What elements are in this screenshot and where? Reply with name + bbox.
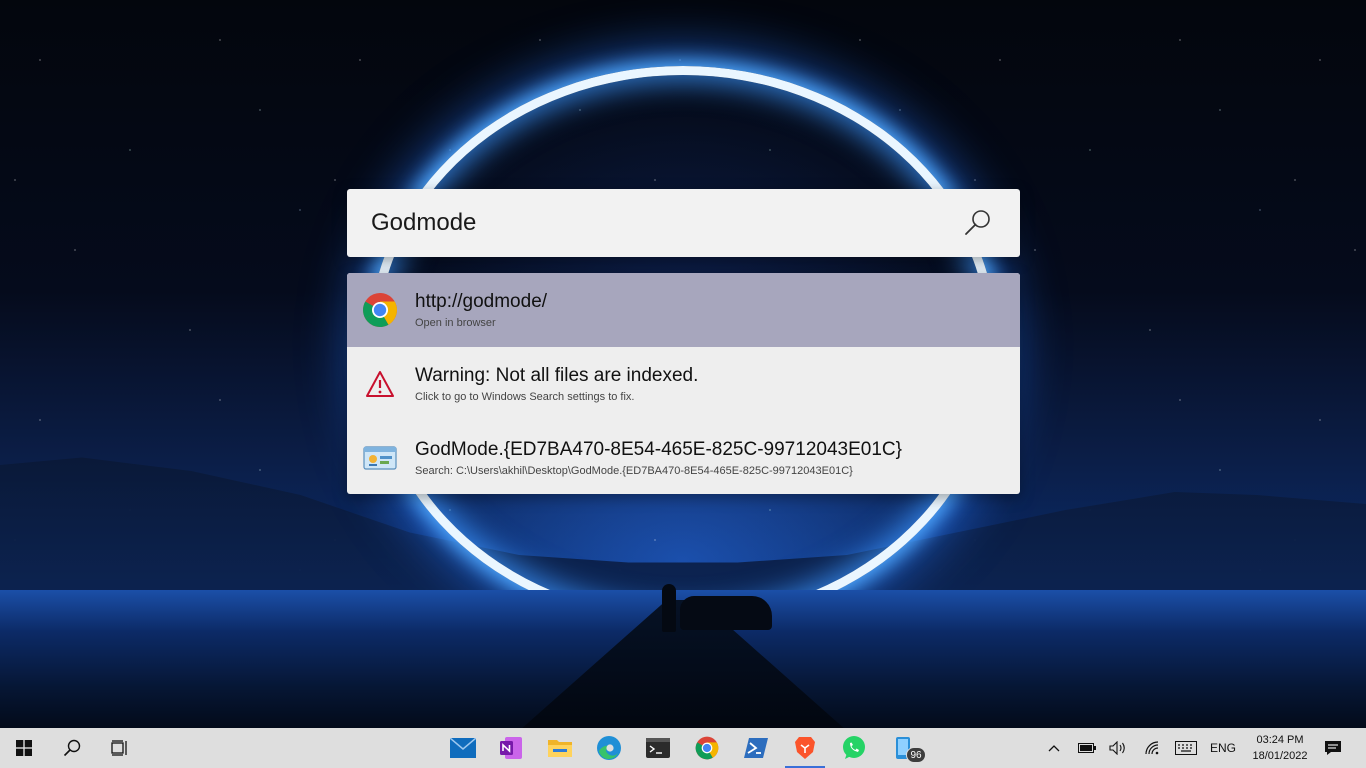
launcher-search-input[interactable] bbox=[347, 189, 956, 257]
taskbar-powershell-button[interactable] bbox=[732, 728, 780, 768]
notification-count-badge: 96 bbox=[906, 747, 926, 763]
network-button[interactable] bbox=[1140, 728, 1166, 768]
volume-button[interactable] bbox=[1104, 728, 1132, 768]
chrome-icon bbox=[695, 736, 719, 760]
result-item-indexing-warning[interactable]: Warning: Not all files are indexed. Clic… bbox=[347, 347, 1020, 421]
windows-start-icon bbox=[16, 740, 32, 756]
taskbar-brave-button[interactable] bbox=[781, 728, 829, 768]
taskbar-onenote-button[interactable] bbox=[487, 728, 535, 768]
action-center-button[interactable] bbox=[1320, 728, 1346, 768]
battery-button[interactable] bbox=[1074, 728, 1100, 768]
chevron-up-icon bbox=[1048, 745, 1060, 752]
powershell-icon bbox=[744, 738, 768, 758]
touch-keyboard-button[interactable] bbox=[1172, 728, 1200, 768]
brave-icon bbox=[795, 737, 815, 759]
warning-icon bbox=[361, 365, 399, 403]
launcher-results-list: http://godmode/ Open in browser Warning:… bbox=[347, 273, 1020, 494]
taskbar-search-button[interactable] bbox=[48, 728, 96, 768]
taskbar-edge-button[interactable] bbox=[585, 728, 633, 768]
taskbar-whatsapp-button[interactable] bbox=[830, 728, 878, 768]
task-view-button[interactable] bbox=[96, 728, 144, 768]
result-subtitle: Search: C:\Users\akhil\Desktop\GodMode.{… bbox=[415, 465, 853, 477]
result-title: Warning: Not all files are indexed. bbox=[415, 365, 699, 386]
keyboard-icon bbox=[1175, 741, 1197, 755]
battery-icon bbox=[1078, 743, 1096, 753]
clock-time: 03:24 PM bbox=[1256, 734, 1304, 746]
input-language-button[interactable]: ENG bbox=[1206, 728, 1240, 768]
result-item-open-url[interactable]: http://godmode/ Open in browser bbox=[347, 273, 1020, 347]
result-title: http://godmode/ bbox=[415, 291, 548, 312]
result-item-godmode-folder[interactable]: GodMode.{ED7BA470-8E54-465E-825C-9971204… bbox=[347, 421, 1020, 494]
taskbar-terminal-button[interactable] bbox=[634, 728, 682, 768]
result-subtitle: Click to go to Windows Search settings t… bbox=[415, 391, 635, 403]
taskbar-mail-button[interactable] bbox=[439, 728, 487, 768]
start-button[interactable] bbox=[0, 728, 48, 768]
launcher-search-box bbox=[347, 189, 1020, 257]
whatsapp-icon bbox=[843, 736, 865, 759]
onenote-icon bbox=[500, 737, 522, 759]
edge-icon bbox=[597, 736, 621, 760]
search-icon bbox=[63, 739, 81, 757]
volume-icon bbox=[1109, 741, 1125, 755]
mail-icon bbox=[450, 738, 476, 758]
wallpaper-person-silhouette bbox=[662, 584, 676, 632]
clock-date: 18/01/2022 bbox=[1252, 750, 1308, 762]
show-hidden-icons-button[interactable] bbox=[1042, 728, 1066, 768]
taskbar: 96 ENG 03:24 PM 18/01/2022 bbox=[0, 728, 1366, 768]
search-icon bbox=[965, 210, 990, 235]
terminal-icon bbox=[646, 738, 670, 758]
taskbar-file-explorer-button[interactable] bbox=[536, 728, 584, 768]
wifi-icon bbox=[1145, 741, 1159, 755]
file-explorer-icon bbox=[548, 740, 572, 757]
search-button[interactable] bbox=[956, 201, 1000, 245]
clock-button[interactable]: 03:24 PM 18/01/2022 bbox=[1240, 731, 1320, 765]
taskbar-chrome-button[interactable] bbox=[683, 728, 731, 768]
task-view-icon bbox=[111, 740, 127, 756]
result-title: GodMode.{ED7BA470-8E54-465E-825C-9971204… bbox=[415, 439, 902, 460]
result-subtitle: Open in browser bbox=[415, 317, 496, 329]
chrome-icon bbox=[361, 291, 399, 329]
wallpaper-car-silhouette bbox=[680, 596, 772, 630]
notification-icon bbox=[1325, 741, 1341, 755]
control-panel-icon bbox=[361, 439, 399, 477]
